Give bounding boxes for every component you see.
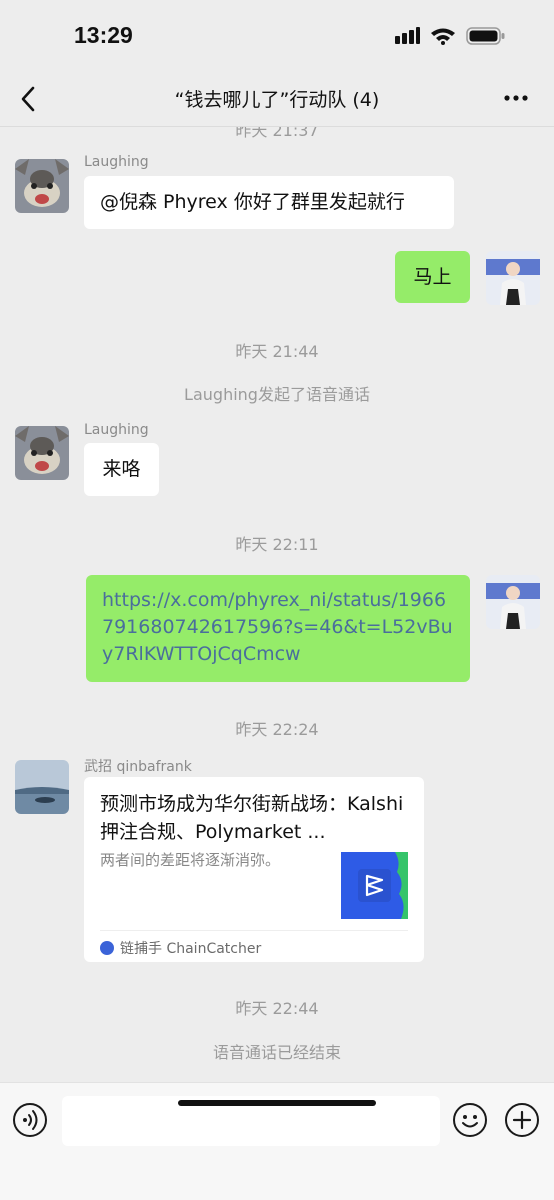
card-divider: [100, 930, 408, 931]
timestamp: 昨天 22:24: [235, 720, 319, 739]
message-text: 马上: [413, 266, 452, 288]
my-avatar[interactable]: [486, 251, 540, 305]
card-description: 两者间的差距将逐渐消弥。: [100, 851, 281, 869]
timestamp: 昨天 22:11: [235, 535, 319, 554]
plus-icon[interactable]: [505, 1103, 539, 1137]
landscape-avatar-image: [15, 760, 69, 814]
timestamp: 昨天 21:44: [235, 342, 319, 361]
wifi-icon: [431, 28, 455, 45]
message-bubble[interactable]: @倪森 Phyrex 你好了群里发起就行: [84, 176, 454, 229]
message-text: 来咯: [102, 458, 141, 480]
home-indicator[interactable]: [178, 1100, 376, 1106]
my-avatar[interactable]: [486, 575, 540, 629]
system-message: 语音通话已经结束: [212, 1043, 341, 1062]
status-bar: 13:29: [0, 0, 554, 78]
message-bubble-outgoing[interactable]: https://x.com/phyrex_ni/status/196679168…: [86, 575, 470, 682]
card-thumbnail: [341, 852, 408, 919]
sender-name: Laughing: [84, 422, 149, 438]
sender-name: Laughing: [84, 154, 149, 170]
person-avatar-image: [486, 251, 540, 305]
card-title: 预测市场成为华尔街新战场：Kalshi 押注合规、Polymarket ...: [100, 793, 404, 843]
sender-name: 武招 qinbafrank: [84, 759, 192, 775]
dog-avatar-image: [15, 159, 69, 213]
timestamp: 昨天 21:37: [235, 127, 319, 140]
message-bubble-outgoing[interactable]: 马上: [395, 251, 470, 303]
chat-header: “钱去哪儿了”行动队 (4): [0, 78, 554, 122]
status-icons: [394, 26, 506, 46]
person-avatar-image: [486, 575, 540, 629]
source-logo-icon: [100, 941, 114, 955]
system-message: Laughing发起了语音通话: [184, 385, 370, 404]
message-text: @倪森 Phyrex 你好了群里发起就行: [100, 191, 405, 213]
polymarket-logo-icon: [341, 852, 408, 919]
battery-icon: [466, 27, 505, 45]
chat-area[interactable]: 昨天 21:37 Laughing @倪森 Phyrex 你好了群里发起就行 马…: [0, 127, 554, 1082]
link-text[interactable]: https://x.com/phyrex_ni/status/196679168…: [102, 589, 453, 665]
voice-icon[interactable]: [13, 1103, 47, 1137]
timestamp: 昨天 22:44: [235, 999, 319, 1018]
dog-avatar-image: [15, 426, 69, 480]
avatar[interactable]: [15, 159, 69, 213]
chat-title: “钱去哪儿了”行动队 (4): [174, 89, 380, 111]
avatar[interactable]: [15, 426, 69, 480]
link-card[interactable]: 预测市场成为华尔街新战场：Kalshi 押注合规、Polymarket ... …: [84, 777, 424, 962]
card-source: 链捕手 ChainCatcher: [100, 938, 261, 958]
status-time: 13:29: [74, 22, 133, 48]
message-bubble[interactable]: 来咯: [84, 443, 159, 496]
card-source-name: 链捕手 ChainCatcher: [120, 941, 262, 957]
emoji-icon[interactable]: [453, 1103, 487, 1137]
signal-icon: [395, 27, 420, 44]
more-icon[interactable]: [504, 86, 528, 110]
avatar[interactable]: [15, 760, 69, 814]
